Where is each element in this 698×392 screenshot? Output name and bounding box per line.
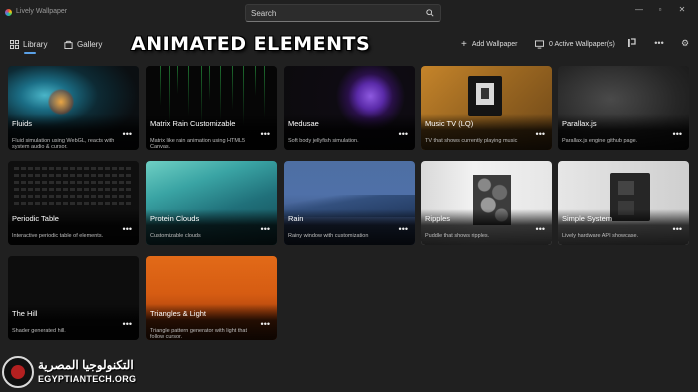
wallpaper-description: Puddle that shows ripples.	[425, 233, 490, 239]
wallpaper-card-triangles-light[interactable]: Triangles & Light Triangle pattern gener…	[146, 256, 277, 340]
customize-button[interactable]	[626, 37, 638, 49]
wallpaper-card-ripples[interactable]: Ripples Puddle that shows ripples. •••	[421, 161, 552, 245]
tab-library-label: Library	[23, 39, 48, 49]
maximize-button[interactable]: ▫	[653, 3, 667, 15]
wallpaper-card-simple-system[interactable]: Simple System Lively hardware API showca…	[558, 161, 689, 245]
tab-gallery-label: Gallery	[77, 39, 103, 49]
plus-icon: +	[461, 38, 467, 50]
wallpaper-title: Protein Clouds	[150, 214, 200, 223]
card-more-button[interactable]: •••	[399, 129, 408, 139]
tab-library[interactable]: Library	[10, 37, 47, 51]
app-title: Lively Wallpaper	[16, 8, 68, 15]
card-more-button[interactable]: •••	[536, 224, 545, 234]
wallpaper-card-parallax[interactable]: Parallax.js Parallax.js engine github pa…	[558, 66, 689, 150]
minimize-icon: —	[635, 4, 643, 14]
card-more-button[interactable]: •••	[399, 224, 408, 234]
toolbar: Library Gallery ANIMATED ELEMENTS + Add …	[0, 28, 698, 58]
wallpaper-description: Triangle pattern generator with light th…	[150, 328, 248, 340]
wallpaper-title: Ripples	[425, 214, 451, 223]
title-bar: Lively Wallpaper Search — ▫ ✕	[0, 0, 698, 28]
wallpaper-description: TV that shows currently playing music	[425, 138, 518, 144]
wallpaper-title: Matrix Rain Customizable	[150, 119, 236, 128]
wallpaper-card-rain[interactable]: Rain Rainy window with customization •••	[284, 161, 415, 245]
wallpaper-description: Matrix like rain animation using HTML5 C…	[150, 138, 246, 150]
search-placeholder: Search	[251, 9, 277, 18]
minimize-button[interactable]: —	[632, 3, 646, 15]
card-more-button[interactable]: •••	[536, 129, 545, 139]
wallpaper-description: Soft body jellyfish simulation.	[288, 138, 359, 144]
bag-icon	[64, 40, 73, 49]
watermark: التكنولوجيا المصرية EGYPTIANTECH.ORG	[0, 352, 150, 392]
wallpaper-title: Rain	[288, 214, 304, 223]
tab-gallery[interactable]: Gallery	[64, 37, 102, 51]
wallpaper-description: Interactive periodic table of elements.	[12, 233, 104, 239]
search-icon	[426, 9, 434, 17]
wallpaper-description: Rainy window with customization	[288, 233, 369, 239]
wallpaper-title: Music TV (LQ)	[425, 119, 474, 128]
selected-tab-indicator	[24, 52, 36, 54]
wallpaper-title: Triangles & Light	[150, 309, 207, 318]
wallpaper-title: Simple System	[562, 214, 613, 223]
card-more-button[interactable]: •••	[123, 129, 132, 139]
add-wallpaper-button[interactable]: + Add Wallpaper	[461, 37, 518, 51]
customize-icon	[628, 38, 636, 47]
more-options-button[interactable]: •••	[653, 37, 665, 49]
gear-icon: ⚙	[680, 37, 690, 48]
watermark-logo	[2, 356, 34, 388]
wallpaper-description: Lively hardware API showcase.	[562, 233, 639, 239]
add-wallpaper-label: Add Wallpaper	[471, 40, 518, 48]
overlay-title: ANIMATED ELEMENTS	[131, 33, 371, 55]
wallpaper-title: Fluids	[12, 119, 33, 128]
watermark-english-text: EGYPTIANTECH.ORG	[38, 374, 137, 384]
wallpaper-title: The Hill	[12, 309, 38, 318]
app-logo-icon	[5, 9, 12, 16]
wallpaper-title: Parallax.js	[562, 119, 597, 128]
card-more-button[interactable]: •••	[673, 129, 682, 139]
wallpaper-card-protein-clouds[interactable]: Protein Clouds Customizable clouds •••	[146, 161, 277, 245]
wallpaper-card-medusae[interactable]: Medusae Soft body jellyfish simulation. …	[284, 66, 415, 150]
card-more-button[interactable]: •••	[123, 224, 132, 234]
close-button[interactable]: ✕	[675, 3, 689, 15]
card-more-button[interactable]: •••	[261, 129, 270, 139]
card-more-button[interactable]: •••	[261, 224, 270, 234]
wallpaper-description: Customizable clouds	[150, 233, 201, 239]
search-input[interactable]: Search	[245, 4, 441, 22]
wallpaper-card-music-tv[interactable]: Music TV (LQ) TV that shows currently pl…	[421, 66, 552, 150]
active-wallpapers-button[interactable]: 0 Active Wallpaper(s)	[535, 37, 615, 51]
card-more-button[interactable]: •••	[261, 319, 270, 329]
wallpaper-title: Periodic Table	[12, 214, 59, 223]
wallpaper-description: Shader generated hill.	[12, 328, 66, 334]
watermark-arabic-text: التكنولوجيا المصرية	[38, 358, 134, 372]
wallpaper-card-periodic-table[interactable]: Periodic Table Interactive periodic tabl…	[8, 161, 139, 245]
settings-button[interactable]: ⚙	[679, 37, 691, 49]
maximize-icon: ▫	[658, 4, 662, 14]
more-icon: •••	[654, 38, 664, 48]
wallpaper-title: Medusae	[288, 119, 319, 128]
active-wallpapers-label: 0 Active Wallpaper(s)	[549, 40, 615, 48]
wallpaper-card-the-hill[interactable]: The Hill Shader generated hill. •••	[8, 256, 139, 340]
monitor-icon	[535, 39, 544, 49]
wallpaper-card-matrix-rain[interactable]: Matrix Rain Customizable Matrix like rai…	[146, 66, 277, 150]
wallpaper-description: Parallax.js engine github page.	[562, 138, 638, 144]
card-more-button[interactable]: •••	[673, 224, 682, 234]
grid-icon	[10, 39, 19, 49]
wallpaper-card-fluids[interactable]: Fluids Fluid simulation using WebGL, rea…	[8, 66, 139, 150]
wallpaper-description: Fluid simulation using WebGL, reacts wit…	[12, 138, 115, 150]
card-more-button[interactable]: •••	[123, 319, 132, 329]
close-icon: ✕	[678, 4, 686, 14]
